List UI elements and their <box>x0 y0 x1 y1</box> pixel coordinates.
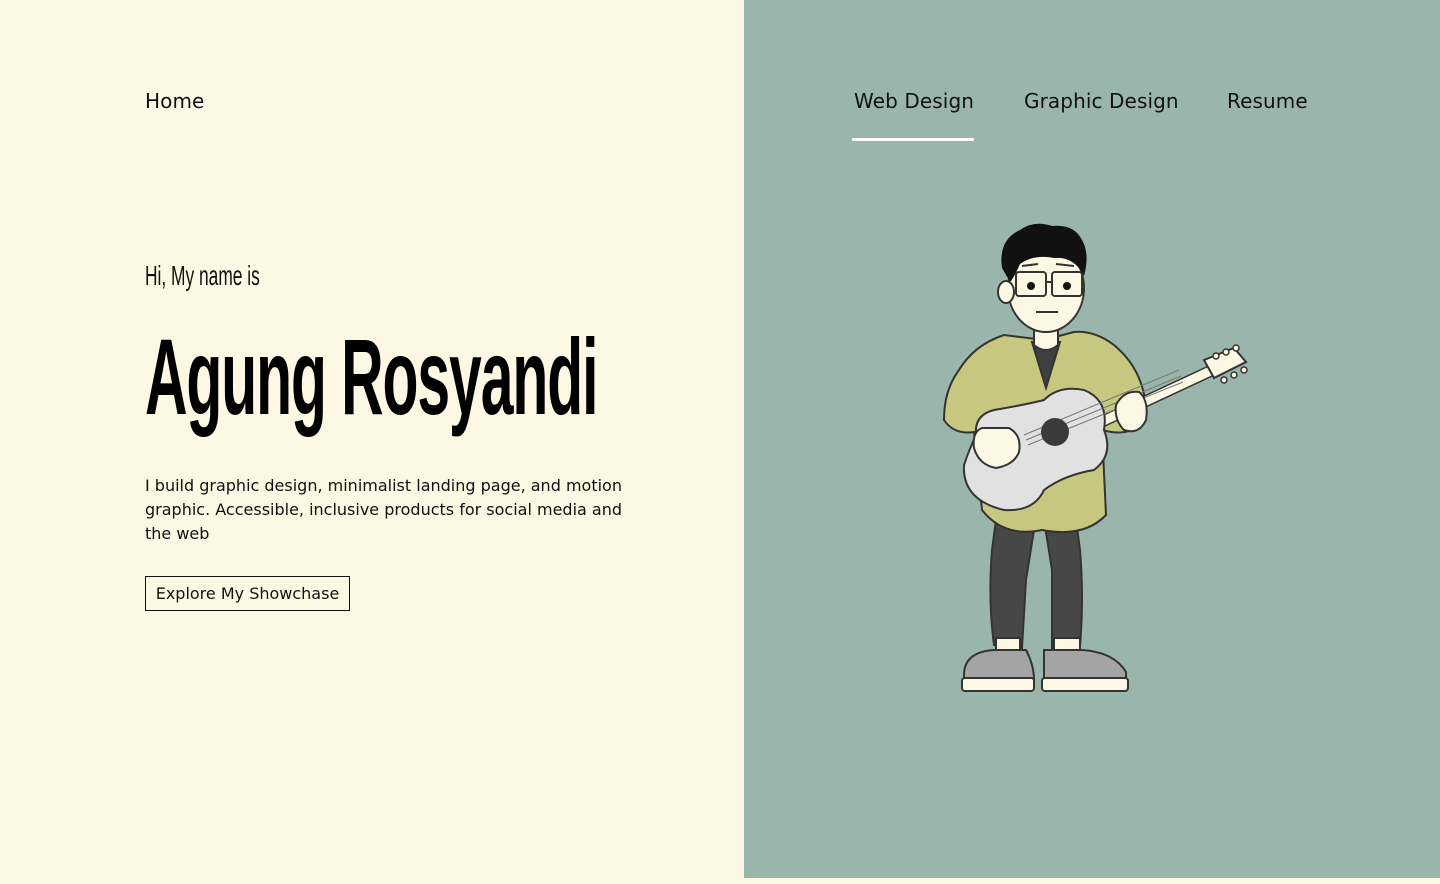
guitarist-illustration <box>942 223 1248 692</box>
left-panel: Home Hi, My name is Agung Rosyandi I bui… <box>0 0 744 884</box>
nav-link-web-design[interactable]: Web Design <box>854 89 974 113</box>
nav-home-link[interactable]: Home <box>145 89 204 113</box>
nav-link-graphic-design[interactable]: Graphic Design <box>1024 89 1179 113</box>
hero-greeting: Hi, My name is <box>145 260 260 291</box>
active-tab-underline <box>852 138 974 141</box>
explore-showcase-button[interactable]: Explore My Showchase <box>145 576 350 611</box>
right-panel: Web Design Graphic Design Resume <box>744 0 1440 878</box>
hero-description: I build graphic design, minimalist landi… <box>145 476 623 543</box>
nav-link-resume[interactable]: Resume <box>1227 89 1308 113</box>
hero-name: Agung Rosyandi <box>145 316 598 437</box>
